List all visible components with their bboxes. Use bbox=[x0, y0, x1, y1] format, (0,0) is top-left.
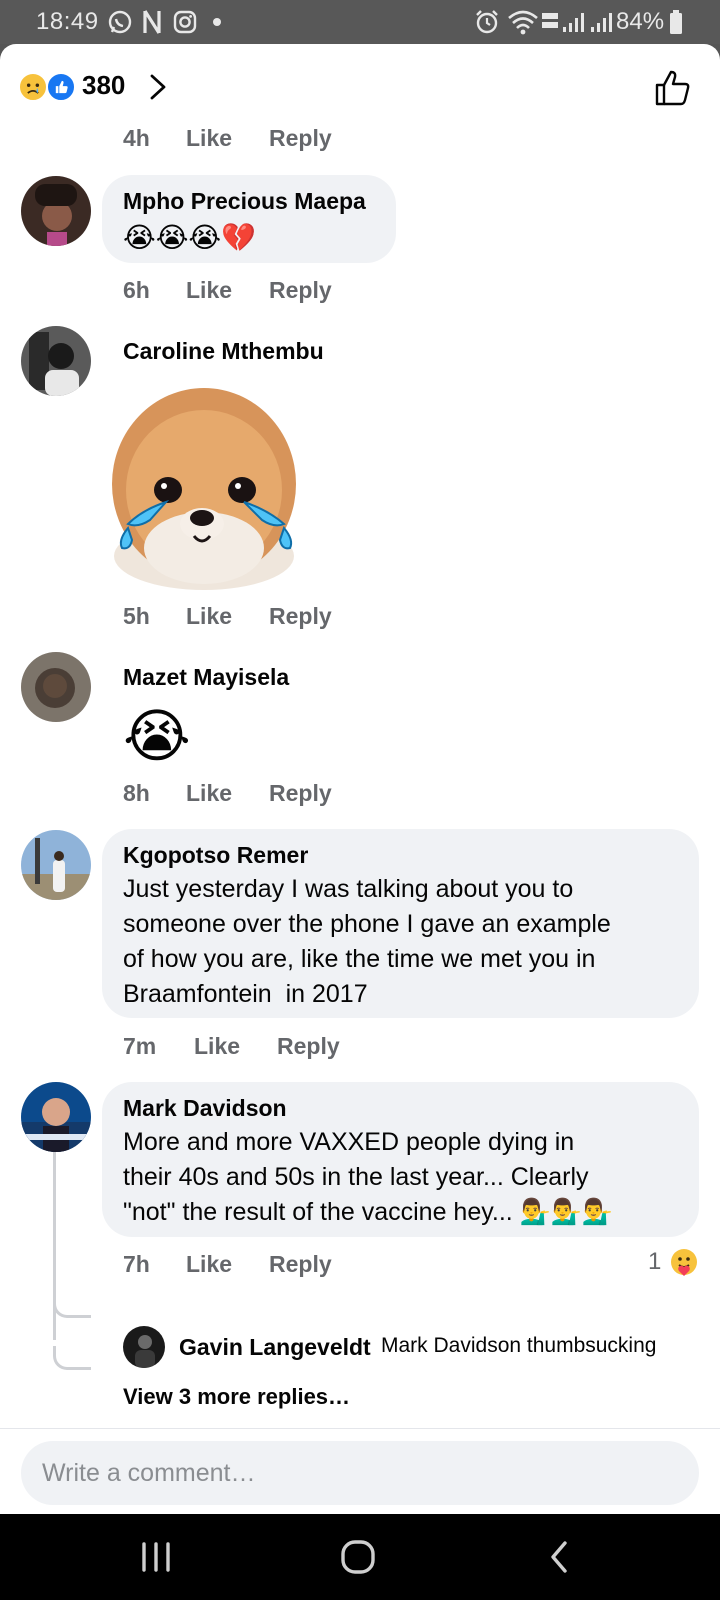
reaction-count: 380 bbox=[82, 70, 126, 100]
signal-2-icon bbox=[590, 9, 614, 35]
home-button[interactable] bbox=[328, 1534, 388, 1580]
wifi-icon bbox=[506, 9, 540, 35]
like-link[interactable]: Like bbox=[194, 1033, 240, 1060]
comment-text-line: Just yesterday I was talking about you t… bbox=[123, 875, 574, 903]
reply-preview-text[interactable]: Mark Davidson thumbsucking bbox=[381, 1334, 656, 1358]
comment-text-line: "not" the result of the vaccine hey... 💁… bbox=[123, 1198, 614, 1226]
reply-link[interactable]: Reply bbox=[269, 125, 332, 152]
battery-icon bbox=[668, 9, 684, 35]
thread-connector bbox=[53, 1294, 91, 1318]
reply-link[interactable]: Reply bbox=[269, 603, 332, 630]
comment-text-line: of how you are, like the time we met you… bbox=[123, 945, 596, 973]
reactions-header[interactable]: 380 bbox=[0, 44, 720, 128]
alarm-icon bbox=[474, 9, 500, 35]
notification-dot-icon bbox=[211, 9, 223, 35]
system-navigation-bar bbox=[0, 1514, 720, 1600]
comment-time: 8h bbox=[123, 780, 150, 806]
signal-1-icon bbox=[562, 9, 586, 35]
comment-meta: 7m Like Reply bbox=[123, 1033, 383, 1063]
comment-text: 😭😭😭💔 bbox=[123, 222, 257, 253]
reply-link[interactable]: Reply bbox=[269, 277, 332, 304]
like-link[interactable]: Like bbox=[186, 1251, 232, 1278]
view-more-replies-link[interactable]: View 3 more replies… bbox=[123, 1384, 350, 1410]
comment-reactions[interactable]: 1 bbox=[646, 1246, 702, 1280]
like-link[interactable]: Like bbox=[186, 125, 232, 152]
reply-author-name[interactable]: Gavin Langeveldt bbox=[179, 1334, 371, 1361]
comment-text: Just yesterday I was talking about you t… bbox=[123, 872, 693, 1012]
comment-meta: 6h Like Reply bbox=[123, 277, 363, 307]
volte-icon bbox=[540, 9, 560, 35]
like-link[interactable]: Like bbox=[186, 277, 232, 304]
commenter-name[interactable]: Mark Davidson bbox=[123, 1095, 287, 1122]
commenter-name[interactable]: Mazet Mayisela bbox=[123, 664, 289, 691]
commenter-name[interactable]: Mpho Precious Maepa bbox=[123, 188, 366, 215]
chevron-right-icon[interactable] bbox=[146, 72, 170, 102]
recent-apps-button[interactable] bbox=[126, 1534, 186, 1580]
crying-dog-sticker[interactable] bbox=[104, 378, 314, 590]
comment-reaction-count: 1 bbox=[648, 1248, 662, 1275]
avatar[interactable] bbox=[21, 176, 91, 246]
comment-time: 4h bbox=[123, 125, 150, 151]
comment-emoji: 😭 bbox=[123, 704, 191, 769]
recent-apps-icon bbox=[142, 1542, 170, 1572]
reply-link[interactable]: Reply bbox=[269, 1251, 332, 1278]
avatar[interactable] bbox=[21, 326, 91, 396]
comment-meta: 7h Like Reply bbox=[123, 1251, 363, 1281]
avatar[interactable] bbox=[21, 830, 91, 900]
like-reaction-icon bbox=[46, 72, 76, 102]
care-reaction-icon bbox=[671, 1249, 697, 1276]
commenter-name[interactable]: Kgopotso Remer bbox=[123, 842, 308, 869]
reply-link[interactable]: Reply bbox=[269, 780, 332, 807]
avatar[interactable] bbox=[21, 1082, 91, 1152]
comment-input[interactable] bbox=[21, 1441, 699, 1505]
thread-connector bbox=[53, 1346, 91, 1370]
reaction-icons bbox=[18, 72, 76, 102]
reply-avatar[interactable] bbox=[123, 1326, 165, 1368]
back-button[interactable] bbox=[530, 1534, 590, 1580]
comment-time: 7h bbox=[123, 1251, 150, 1277]
avatar[interactable] bbox=[21, 652, 91, 722]
reply-link[interactable]: Reply bbox=[277, 1033, 340, 1060]
comment-meta: 5h Like Reply bbox=[123, 603, 363, 633]
back-icon bbox=[551, 1541, 567, 1573]
home-icon bbox=[341, 1540, 375, 1574]
like-link[interactable]: Like bbox=[186, 780, 232, 807]
comment-text: More and more VAXXED people dying in the… bbox=[123, 1125, 693, 1230]
comment-text-line: their 40s and 50s in the last year... Cl… bbox=[123, 1163, 589, 1191]
comment-meta: 8h Like Reply bbox=[123, 780, 363, 810]
comment-time: 7m bbox=[123, 1033, 157, 1059]
comment-text-line: someone over the phone I gave an example bbox=[123, 910, 611, 938]
like-post-button[interactable] bbox=[654, 68, 694, 108]
status-time: 18:49 bbox=[36, 8, 99, 35]
comment-time: 6h bbox=[123, 277, 150, 303]
comments-sheet: 380 4h Like Reply Mpho Precious Maepa 😭😭… bbox=[0, 44, 720, 1514]
whatsapp-icon bbox=[107, 9, 133, 35]
like-link[interactable]: Like bbox=[186, 603, 232, 630]
instagram-icon bbox=[172, 9, 198, 35]
status-bar: 18:49 84% bbox=[0, 0, 720, 44]
battery-percent: 84% bbox=[616, 8, 665, 35]
sad-reaction-icon bbox=[18, 72, 48, 102]
comment-text-line: Braamfontein in 2017 bbox=[123, 980, 368, 1008]
comment-text-line: More and more VAXXED people dying in bbox=[123, 1128, 575, 1156]
comment-meta: 4h Like Reply bbox=[123, 125, 363, 155]
comment-time: 5h bbox=[123, 603, 150, 629]
comment-composer bbox=[0, 1428, 720, 1514]
netflix-icon bbox=[142, 9, 162, 35]
commenter-name[interactable]: Caroline Mthembu bbox=[123, 338, 324, 365]
